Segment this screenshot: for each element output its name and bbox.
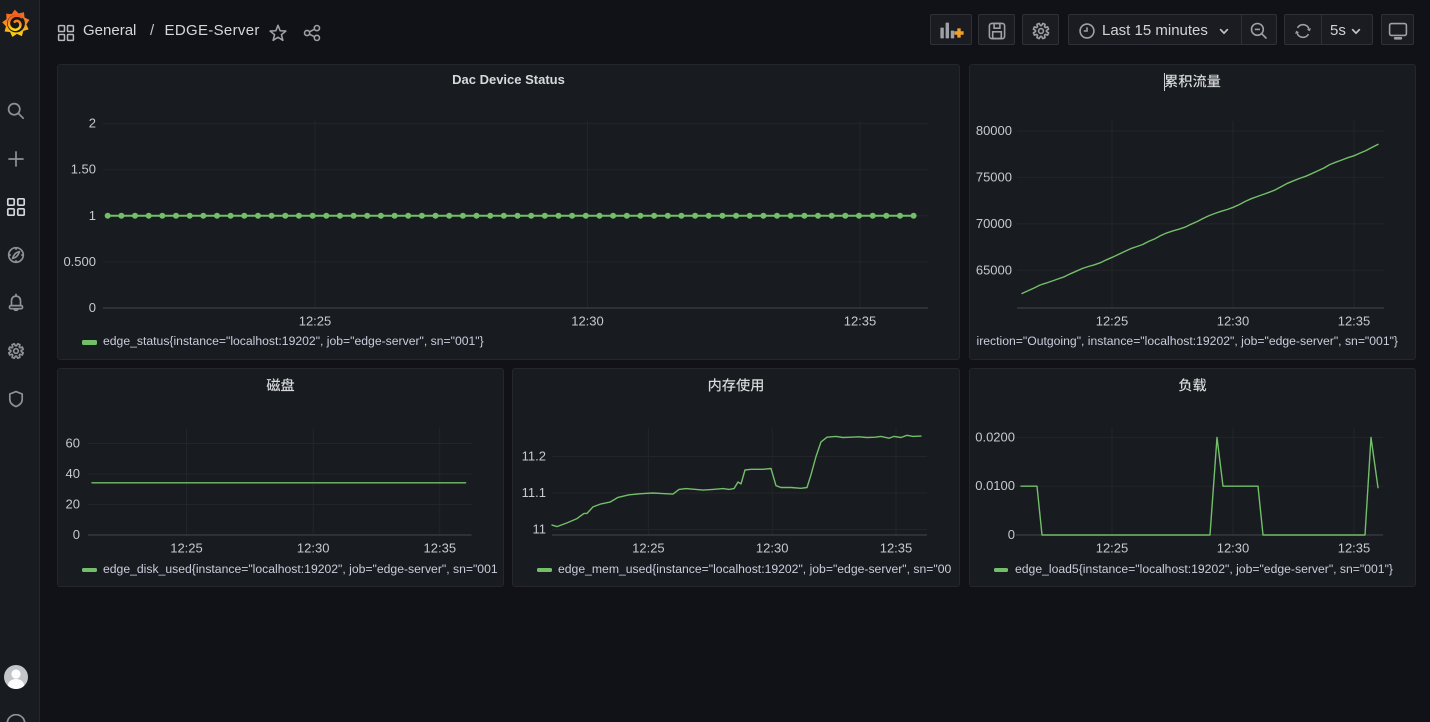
svg-text:12:30: 12:30 xyxy=(297,541,330,556)
svg-text:12:25: 12:25 xyxy=(299,314,332,329)
svg-text:12:35: 12:35 xyxy=(880,541,913,556)
svg-text:0.0100: 0.0100 xyxy=(975,478,1015,493)
svg-text:12:25: 12:25 xyxy=(1096,314,1129,329)
svg-text:60: 60 xyxy=(66,436,80,451)
svg-text:0: 0 xyxy=(73,527,80,542)
svg-text:12:35: 12:35 xyxy=(844,314,877,329)
svg-text:11: 11 xyxy=(533,522,547,537)
svg-text:12:25: 12:25 xyxy=(632,541,665,556)
svg-text:2: 2 xyxy=(89,116,96,131)
svg-text:0.500: 0.500 xyxy=(63,254,96,269)
svg-text:0: 0 xyxy=(89,300,96,315)
svg-text:70000: 70000 xyxy=(976,216,1012,231)
svg-text:0.0200: 0.0200 xyxy=(975,429,1015,444)
svg-text:12:30: 12:30 xyxy=(756,541,789,556)
svg-text:12:35: 12:35 xyxy=(1338,541,1371,556)
svg-text:75000: 75000 xyxy=(976,169,1012,184)
svg-text:40: 40 xyxy=(66,466,80,481)
svg-text:80000: 80000 xyxy=(976,123,1012,138)
svg-text:65000: 65000 xyxy=(976,262,1012,277)
svg-text:12:25: 12:25 xyxy=(1096,541,1129,556)
svg-text:11.2: 11.2 xyxy=(522,449,546,464)
svg-text:20: 20 xyxy=(66,497,80,512)
svg-text:11.1: 11.1 xyxy=(522,485,546,500)
svg-text:0: 0 xyxy=(1008,527,1015,542)
svg-text:1.50: 1.50 xyxy=(71,162,96,177)
svg-text:12:35: 12:35 xyxy=(1338,314,1371,329)
svg-text:12:30: 12:30 xyxy=(571,314,604,329)
svg-text:12:30: 12:30 xyxy=(1217,314,1250,329)
svg-text:12:25: 12:25 xyxy=(170,541,203,556)
svg-text:12:35: 12:35 xyxy=(424,541,457,556)
svg-text:1: 1 xyxy=(89,208,96,223)
svg-text:12:30: 12:30 xyxy=(1217,541,1250,556)
